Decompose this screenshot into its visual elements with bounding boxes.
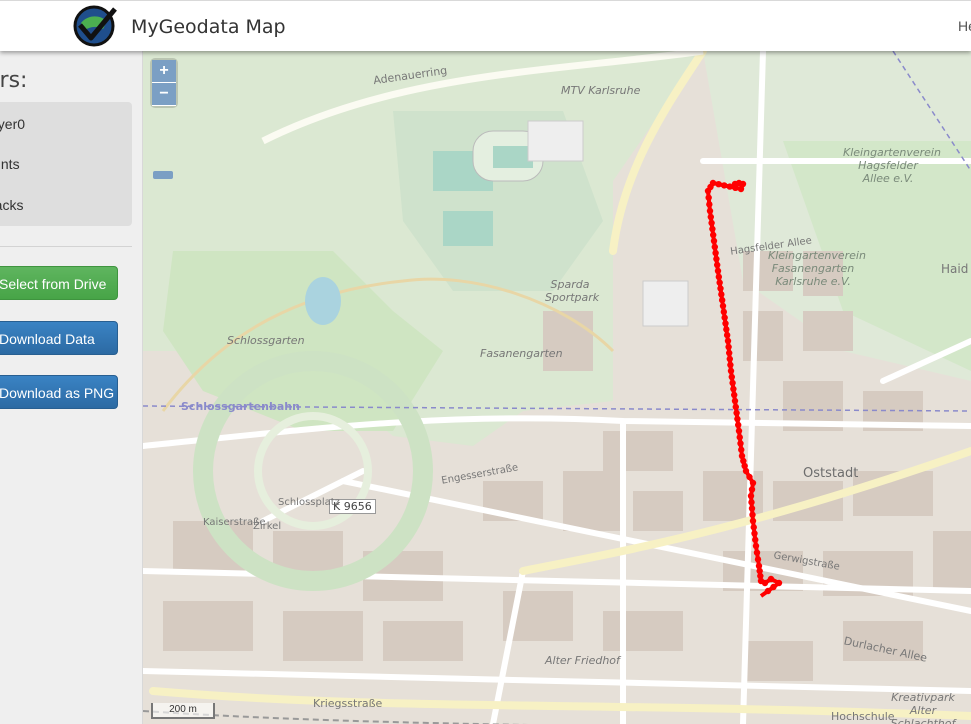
- zoom-in-button[interactable]: +: [152, 60, 176, 83]
- track-point: [730, 385, 737, 393]
- track-point: [748, 499, 755, 506]
- track-point: [749, 511, 756, 518]
- track-point: [710, 231, 717, 239]
- track-point: [718, 291, 725, 298]
- track-point: [727, 361, 734, 369]
- track-point: [751, 530, 758, 537]
- track-point: [721, 182, 728, 189]
- track-point: [736, 434, 743, 441]
- track-point: [752, 542, 760, 550]
- track-point: [737, 185, 745, 193]
- layer-list: ayer0 oints racks: [0, 102, 132, 226]
- track-point: [713, 255, 720, 263]
- track-point: [726, 355, 733, 363]
- track-point: [705, 194, 712, 201]
- track-point: [775, 579, 783, 587]
- track-point: [733, 409, 740, 417]
- brand-title[interactable]: MyGeodata Map: [131, 16, 286, 38]
- track-point: [723, 326, 730, 333]
- track-point: [707, 213, 714, 221]
- track-point: [720, 308, 728, 316]
- track-point: [732, 184, 739, 191]
- track-point: [721, 314, 728, 321]
- track-point: [710, 237, 718, 245]
- download-data-button[interactable]: Download Data: [0, 321, 118, 355]
- track-point: [764, 587, 772, 595]
- gps-track-overlay: [704, 179, 783, 598]
- track-point: [718, 296, 726, 304]
- zoom-slider-handle[interactable]: [153, 171, 173, 179]
- track-point: [753, 549, 761, 556]
- track-point: [731, 397, 739, 405]
- gps-track-line: [706, 181, 781, 598]
- sidebar: ers: ayer0 oints racks Select from Drive…: [0, 51, 143, 724]
- track-point: [767, 575, 775, 583]
- track-point: [708, 219, 715, 227]
- track-point: [712, 249, 719, 257]
- track-point: [750, 524, 757, 531]
- track-point: [715, 181, 722, 188]
- track-point: [749, 479, 757, 487]
- track-point: [716, 279, 723, 286]
- track-point: [717, 285, 724, 292]
- track-point: [725, 343, 732, 351]
- track-point: [724, 337, 732, 345]
- track-point: [742, 467, 750, 475]
- track-point: [722, 320, 729, 327]
- track-point: [728, 373, 735, 381]
- track-point: [732, 403, 739, 411]
- track-point: [726, 183, 733, 190]
- track-point: [770, 583, 777, 591]
- zoom-control: + −: [152, 60, 176, 106]
- layers-heading: ers:: [0, 68, 28, 93]
- track-point: [738, 446, 745, 453]
- app-header: MyGeodata Map He: [0, 0, 971, 51]
- map-view[interactable]: Schlossgarten Schlossgartenbahn Oststadt…: [143, 51, 971, 724]
- track-point: [746, 473, 753, 481]
- track-point: [715, 273, 723, 281]
- track-point: [737, 440, 744, 447]
- track-point: [714, 261, 721, 269]
- track-point: [706, 201, 713, 208]
- track-point: [711, 243, 718, 251]
- track-point: [726, 349, 733, 357]
- layer-item-layer0[interactable]: ayer0: [0, 116, 25, 132]
- track-point: [748, 486, 756, 493]
- gps-track-points: [704, 179, 783, 595]
- mygeodata-logo-icon[interactable]: [71, 5, 117, 47]
- layer-item-tracks[interactable]: racks: [0, 197, 23, 213]
- nav-help-link[interactable]: He: [958, 18, 971, 34]
- track-point: [704, 187, 712, 195]
- track-point: [727, 367, 735, 375]
- track-point: [748, 505, 756, 512]
- track-point: [706, 207, 714, 215]
- select-from-drive-button[interactable]: Select from Drive: [0, 266, 118, 300]
- track-point: [731, 391, 738, 399]
- map-scale: 200 m: [151, 703, 215, 719]
- track-point: [752, 536, 759, 543]
- track-point: [754, 556, 762, 563]
- track-point: [729, 379, 736, 387]
- track-point: [709, 225, 716, 233]
- track-point: [723, 331, 731, 339]
- track-point: [735, 421, 742, 429]
- track-point: [714, 267, 722, 275]
- track-point: [749, 517, 757, 525]
- track-point: [719, 302, 727, 310]
- download-png-button[interactable]: Download as PNG: [0, 375, 118, 409]
- track-point: [761, 579, 769, 587]
- track-point: [735, 427, 743, 435]
- sidebar-divider: [0, 246, 132, 247]
- zoom-out-button[interactable]: −: [152, 83, 176, 106]
- layer-item-points[interactable]: oints: [0, 156, 20, 172]
- track-point: [734, 415, 741, 423]
- track-point: [747, 492, 755, 500]
